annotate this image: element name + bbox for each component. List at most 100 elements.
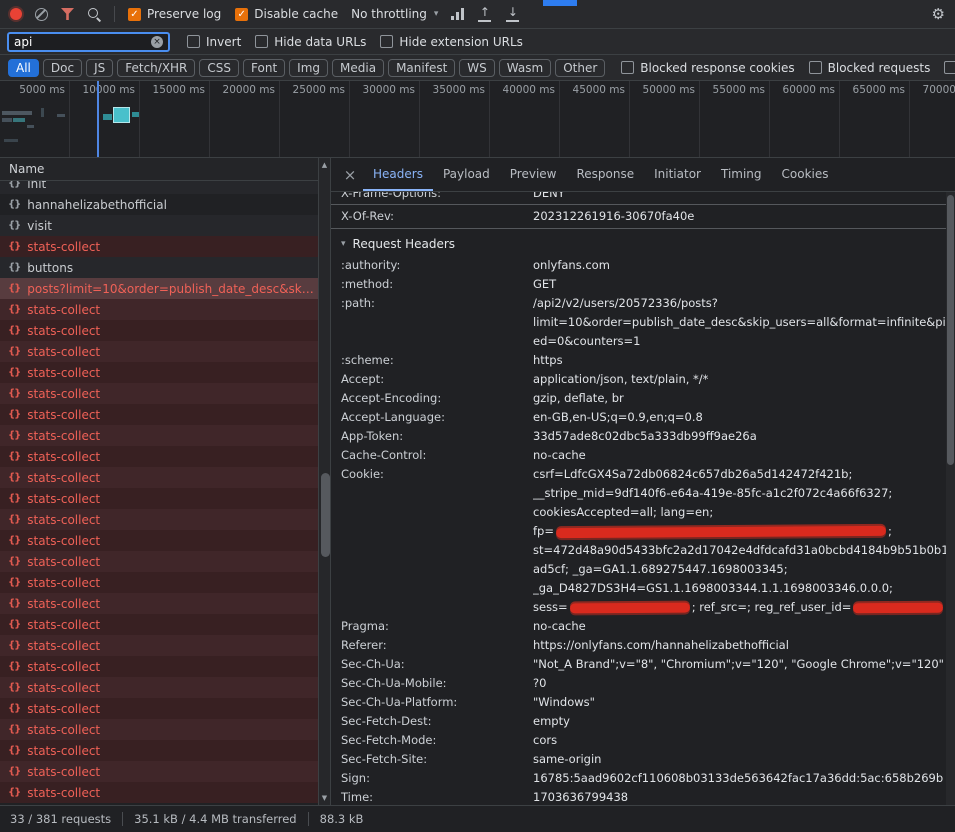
request-row[interactable]: {}stats-collect <box>0 614 318 635</box>
tab-payload[interactable]: Payload <box>433 158 500 191</box>
details-scrollbar[interactable] <box>946 192 955 805</box>
scrollbar-thumb[interactable] <box>947 195 954 465</box>
checkbox-disable-cache[interactable]: ✓Disable cache <box>235 7 338 21</box>
checkbox-hide-extension-urls[interactable]: Hide extension URLs <box>380 35 523 49</box>
type-filter-css[interactable]: CSS <box>199 59 239 77</box>
request-row[interactable]: {}posts?limit=10&order=publish_date_desc… <box>0 278 318 299</box>
request-row[interactable]: {}stats-collect <box>0 362 318 383</box>
header-name: Sec-Fetch-Mode: <box>341 731 533 750</box>
request-row[interactable]: {}stats-collect <box>0 509 318 530</box>
filter-value: api <box>14 35 32 49</box>
request-list-scrollbar[interactable]: ▲ ▼ <box>318 158 331 805</box>
header-value: csrf=LdfcGX4Sa72db06824c657db26a5d142472… <box>533 465 946 617</box>
request-row[interactable]: {}buttons <box>0 257 318 278</box>
throttling-select[interactable]: No throttling ▾ <box>351 7 438 21</box>
request-row[interactable]: {}stats-collect <box>0 719 318 740</box>
request-name: init <box>27 181 46 191</box>
request-row[interactable]: {}hannahelizabethofficial <box>0 194 318 215</box>
type-filter-js[interactable]: JS <box>86 59 113 77</box>
scroll-down-arrow-icon[interactable]: ▼ <box>319 794 330 802</box>
search-icon[interactable] <box>87 7 101 21</box>
request-row[interactable]: {}stats-collect <box>0 299 318 320</box>
type-filter-all[interactable]: All <box>8 59 39 77</box>
checkbox-box[interactable] <box>380 35 393 48</box>
request-row[interactable]: {}stats-collect <box>0 383 318 404</box>
tab-timing[interactable]: Timing <box>711 158 772 191</box>
settings-gear-icon[interactable]: ⚙ <box>932 7 945 22</box>
type-filter-fetch-xhr[interactable]: Fetch/XHR <box>117 59 195 77</box>
tab-initiator[interactable]: Initiator <box>644 158 711 191</box>
checkbox-blocked-requests[interactable]: Blocked requests <box>809 61 931 75</box>
type-filter-manifest[interactable]: Manifest <box>388 59 455 77</box>
checkbox-box[interactable] <box>255 35 268 48</box>
checkbox-blocked-response-cookies[interactable]: Blocked response cookies <box>621 61 794 75</box>
waterfall-bar <box>132 112 139 117</box>
tab-headers[interactable]: Headers <box>363 158 433 191</box>
request-headers-section[interactable]: ▾ Request Headers <box>331 229 946 256</box>
request-row[interactable]: {}stats-collect <box>0 698 318 719</box>
request-row[interactable]: {}stats-collect <box>0 656 318 677</box>
request-row[interactable]: {}stats-collect <box>0 635 318 656</box>
request-row[interactable]: {}stats-collect <box>0 740 318 761</box>
tab-response[interactable]: Response <box>566 158 644 191</box>
request-row[interactable]: {}stats-collect <box>0 572 318 593</box>
checkbox-box[interactable] <box>621 61 634 74</box>
type-filter-other[interactable]: Other <box>555 59 605 77</box>
request-row[interactable]: {}init <box>0 181 318 194</box>
request-row[interactable]: {}stats-collect <box>0 341 318 362</box>
request-row[interactable]: {}stats-collect <box>0 551 318 572</box>
record-icon[interactable] <box>10 8 22 20</box>
type-filter-wasm[interactable]: Wasm <box>499 59 551 77</box>
request-row[interactable]: {}stats-collect <box>0 782 318 803</box>
request-row[interactable]: {}stats-collect <box>0 677 318 698</box>
type-filter-img[interactable]: Img <box>289 59 328 77</box>
request-row[interactable]: {}stats-collect <box>0 593 318 614</box>
checkbox-box[interactable] <box>809 61 822 74</box>
request-row[interactable]: {}stats-collect <box>0 761 318 782</box>
type-filter-media[interactable]: Media <box>332 59 384 77</box>
type-filter-font[interactable]: Font <box>243 59 285 77</box>
timeline-gridline: 50000 ms <box>630 81 700 157</box>
timeline-tick-label: 65000 ms <box>853 84 905 96</box>
checkbox-box[interactable] <box>944 61 955 74</box>
close-details-icon[interactable]: × <box>337 166 363 184</box>
tab-cookies[interactable]: Cookies <box>772 158 839 191</box>
column-header-name[interactable]: Name <box>0 158 318 181</box>
request-row[interactable]: {}stats-collect <box>0 404 318 425</box>
header-value: 1703636799438 <box>533 788 946 805</box>
type-filter-bar: AllDocJSFetch/XHRCSSFontImgMediaManifest… <box>0 55 955 81</box>
clear-filter-icon[interactable]: × <box>151 36 163 48</box>
checkbox-hide-data-urls[interactable]: Hide data URLs <box>255 35 366 49</box>
filter-input[interactable]: api × <box>7 32 170 52</box>
request-row[interactable]: {}visit <box>0 215 318 236</box>
request-row[interactable]: {}stats-collect <box>0 320 318 341</box>
request-row[interactable]: {}stats-collect <box>0 425 318 446</box>
request-row[interactable]: {}stats-collect <box>0 236 318 257</box>
tab-preview[interactable]: Preview <box>500 158 567 191</box>
scroll-up-arrow-icon[interactable]: ▲ <box>319 161 330 169</box>
checkbox-3rd-party-requests[interactable]: 3rd-party requests <box>944 61 955 75</box>
checkbox-invert[interactable]: Invert <box>187 35 241 49</box>
scrollbar-thumb[interactable] <box>321 473 330 557</box>
request-name: stats-collect <box>27 450 100 464</box>
request-row[interactable]: {}stats-collect <box>0 467 318 488</box>
checkbox-box[interactable] <box>187 35 200 48</box>
header-value-line: limit=10&order=publish_date_desc&skip_us… <box>533 313 946 332</box>
checkbox-box[interactable]: ✓ <box>235 8 248 21</box>
network-conditions-icon[interactable] <box>451 8 464 20</box>
type-filter-ws[interactable]: WS <box>459 59 494 77</box>
checkbox-box[interactable]: ✓ <box>128 8 141 21</box>
request-row[interactable]: {}stats-collect <box>0 488 318 509</box>
type-filter-doc[interactable]: Doc <box>43 59 82 77</box>
request-row[interactable]: {}stats-collect <box>0 530 318 551</box>
checkbox-preserve-log[interactable]: ✓Preserve log <box>128 7 221 21</box>
request-name: stats-collect <box>27 513 100 527</box>
header-value: "Not_A Brand";v="8", "Chromium";v="120",… <box>533 655 946 674</box>
import-har-icon[interactable]: ↑ <box>477 7 492 22</box>
fetch-icon: {} <box>8 766 20 777</box>
request-row[interactable]: {}stats-collect <box>0 446 318 467</box>
export-har-icon[interactable]: ↓ <box>505 7 520 22</box>
filter-icon[interactable] <box>61 8 74 20</box>
clear-network-log-icon[interactable] <box>35 8 48 21</box>
timeline-overview[interactable]: 5000 ms10000 ms15000 ms20000 ms25000 ms3… <box>0 81 955 158</box>
